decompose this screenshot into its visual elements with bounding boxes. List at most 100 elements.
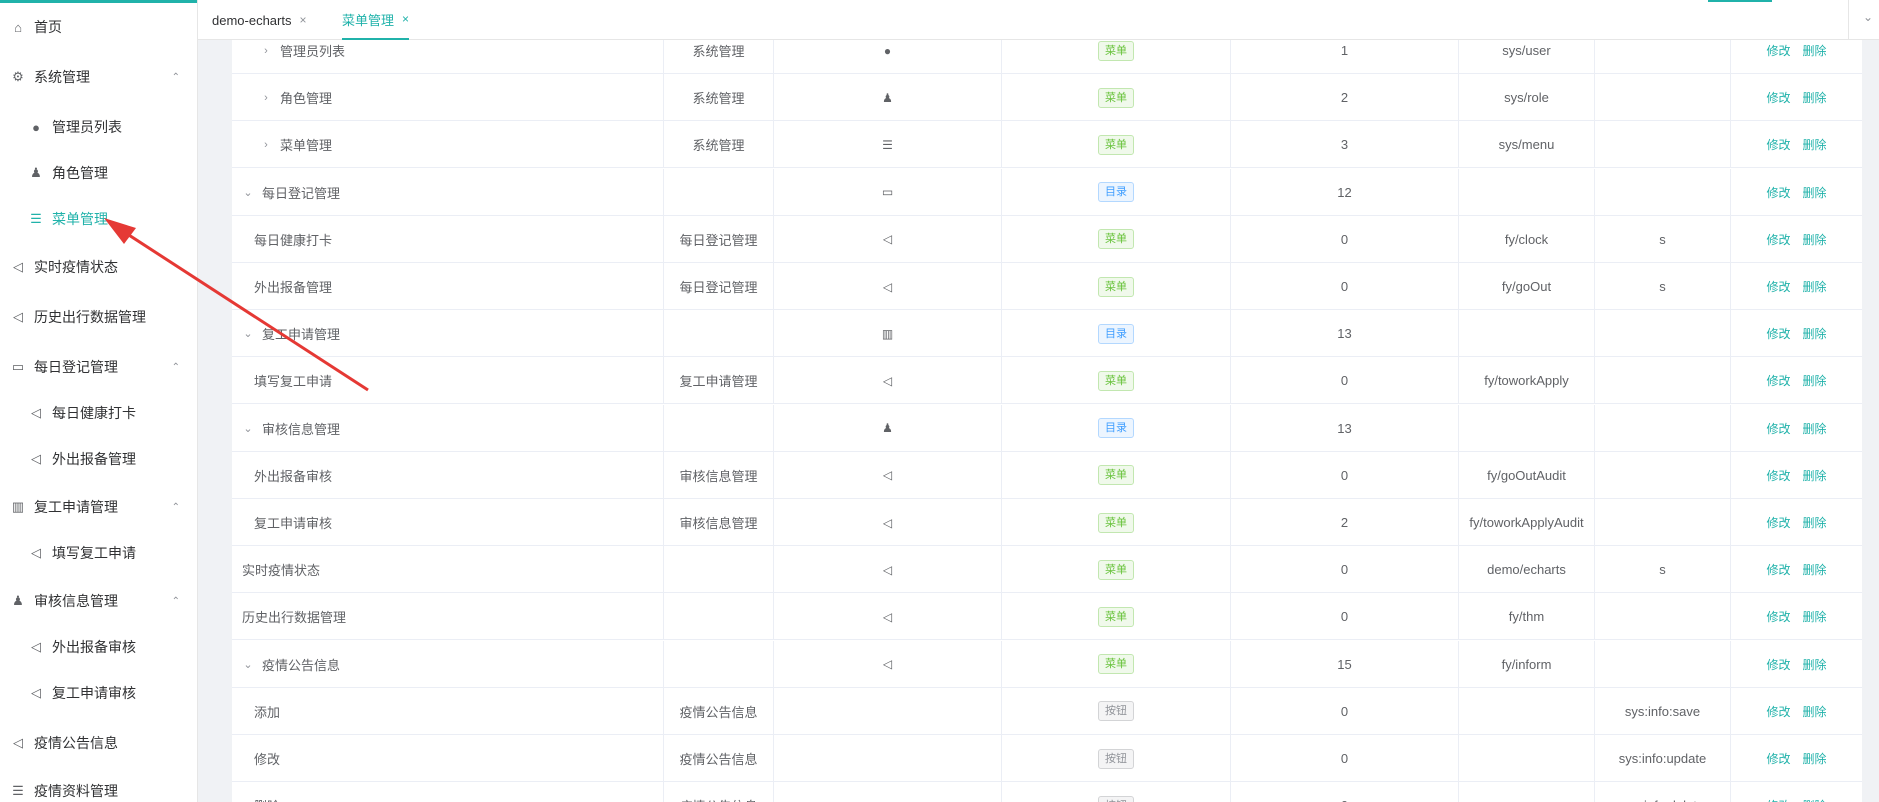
chevron-up-icon[interactable]: ⌃ [172, 502, 180, 513]
edit-button[interactable]: 修改 [1766, 608, 1790, 625]
sidebar-item-label: 角色管理 [52, 165, 108, 181]
cell-path [1459, 782, 1595, 802]
send-icon: ◁ [882, 562, 893, 577]
type-tag: 按钮 [1098, 748, 1134, 769]
chevron-right-icon[interactable]: › [260, 45, 272, 57]
cell-icon: ▭ [774, 168, 1002, 216]
delete-button[interactable]: 删除 [1803, 514, 1827, 531]
sidebar-item[interactable]: ♟ 审核信息管理 ⌃ [0, 578, 197, 624]
delete-button[interactable]: 删除 [1803, 231, 1827, 248]
sidebar-item[interactable]: ♟ 角色管理 [0, 150, 197, 196]
edit-button[interactable]: 修改 [1766, 372, 1790, 389]
delete-button[interactable]: 删除 [1803, 608, 1827, 625]
tab-demo-echarts[interactable]: demo-echarts × [212, 0, 307, 40]
edit-button[interactable]: 修改 [1766, 467, 1790, 484]
delete-button[interactable]: 删除 [1803, 561, 1827, 578]
delete-button[interactable]: 删除 [1803, 42, 1827, 59]
edit-button[interactable]: 修改 [1766, 231, 1790, 248]
sidebar-item[interactable]: ⚙ 系统管理 ⌃ [0, 54, 197, 100]
delete-button[interactable]: 删除 [1803, 750, 1827, 767]
edit-button[interactable]: 修改 [1766, 325, 1790, 342]
cell-name: 实时疫情状态 [232, 546, 664, 594]
delete-button[interactable]: 删除 [1803, 703, 1827, 720]
list-icon: ☰ [882, 137, 893, 152]
route-path: demo/echarts [1487, 562, 1566, 578]
delete-button[interactable]: 删除 [1803, 372, 1827, 389]
sidebar-item[interactable]: ⌂ 首页 [0, 4, 197, 50]
edit-button[interactable]: 修改 [1766, 750, 1790, 767]
cell-parent: 系统管理 [664, 74, 774, 122]
send-icon: ◁ [882, 468, 893, 483]
chevron-right-icon[interactable]: › [260, 139, 272, 151]
delete-button[interactable]: 删除 [1803, 797, 1827, 802]
sidebar-item[interactable]: ☰ 疫情资料管理 [0, 768, 197, 802]
sidebar-item[interactable]: ◁ 实时疫情状态 [0, 244, 197, 290]
chevron-right-icon[interactable]: › [260, 92, 272, 104]
cell-type: 按钮 [1002, 687, 1231, 735]
parent-menu: 系统管理 [692, 91, 745, 107]
chevron-down-icon[interactable]: ⌄ [242, 186, 254, 199]
close-icon[interactable]: × [299, 13, 306, 27]
sidebar-item-label: 外出报备审核 [52, 639, 136, 655]
sidebar-item[interactable]: ◁ 复工申请审核 [0, 670, 197, 716]
table-row: › 管理员列表 系统管理 ● 菜单 1 sys/user 修改 删除 [232, 40, 1862, 74]
edit-button[interactable]: 修改 [1766, 278, 1790, 295]
delete-button[interactable]: 删除 [1803, 184, 1827, 201]
delete-button[interactable]: 删除 [1803, 136, 1827, 153]
edit-button[interactable]: 修改 [1766, 42, 1790, 59]
chevron-up-icon[interactable]: ⌃ [172, 596, 180, 607]
sidebar-item[interactable]: ◁ 疫情公告信息 [0, 720, 197, 766]
cell-perm [1595, 74, 1731, 122]
cell-parent: 每日登记管理 [664, 263, 774, 310]
type-tag: 目录 [1098, 418, 1134, 439]
chat-icon: ▭ [881, 185, 894, 200]
cell-icon [774, 687, 1002, 735]
delete-button[interactable]: 删除 [1803, 420, 1827, 437]
cell-path [1459, 687, 1595, 735]
edit-button[interactable]: 修改 [1766, 420, 1790, 437]
tab-menu-management[interactable]: 菜单管理 × [342, 0, 410, 40]
sidebar-item-label: 复工申请审核 [52, 685, 136, 701]
sidebar-item[interactable]: ◁ 每日健康打卡 [0, 390, 197, 436]
sidebar-item[interactable]: ▥ 复工申请管理 ⌃ [0, 484, 197, 530]
chevron-down-icon[interactable]: ⌄ [242, 658, 254, 671]
cell-name: › 管理员列表 [232, 40, 664, 74]
sidebar-item[interactable]: ◁ 历史出行数据管理 [0, 294, 197, 340]
delete-button[interactable]: 删除 [1803, 656, 1827, 673]
chevron-up-icon[interactable]: ⌃ [172, 72, 180, 83]
table-row: ⌄ 审核信息管理 ♟ 目录 13 修改 删除 [232, 404, 1862, 452]
sidebar-item[interactable]: ● 管理员列表 [0, 104, 197, 150]
order-number: 2 [1340, 90, 1349, 106]
edit-button[interactable]: 修改 [1766, 703, 1790, 720]
cell-parent: 疫情公告信息 [664, 782, 774, 802]
delete-button[interactable]: 删除 [1803, 278, 1827, 295]
menu-name: 外出报备审核 [254, 468, 333, 484]
edit-button[interactable]: 修改 [1766, 89, 1790, 106]
chevron-up-icon[interactable]: ⌃ [172, 362, 180, 373]
delete-button[interactable]: 删除 [1803, 89, 1827, 106]
chevron-down-icon[interactable]: ⌄ [1863, 10, 1873, 24]
menu-name: 外出报备管理 [254, 280, 333, 295]
delete-button[interactable]: 删除 [1803, 325, 1827, 342]
delete-button[interactable]: 删除 [1803, 467, 1827, 484]
sidebar-item[interactable]: ▭ 每日登记管理 ⌃ [0, 344, 197, 390]
sidebar-item-label: 菜单管理 [52, 211, 108, 227]
table-row: 历史出行数据管理 ◁ 菜单 0 fy/thm 修改 删除 [232, 593, 1862, 641]
edit-button[interactable]: 修改 [1766, 797, 1790, 802]
sidebar-item[interactable]: ◁ 外出报备审核 [0, 624, 197, 670]
close-icon[interactable]: × [402, 12, 409, 26]
sidebar-item[interactable]: ◁ 填写复工申请 [0, 530, 197, 576]
edit-button[interactable]: 修改 [1766, 656, 1790, 673]
edit-button[interactable]: 修改 [1766, 561, 1790, 578]
cell-order: 13 [1231, 310, 1459, 358]
cell-actions: 修改删除 [1731, 40, 1862, 74]
edit-button[interactable]: 修改 [1766, 514, 1790, 531]
chevron-down-icon[interactable]: ⌄ [242, 327, 254, 340]
edit-button[interactable]: 修改 [1766, 184, 1790, 201]
edit-button[interactable]: 修改 [1766, 136, 1790, 153]
menu-name: 删除 [254, 796, 280, 802]
sidebar-item[interactable]: ☰ 菜单管理 [0, 196, 197, 242]
sidebar-item[interactable]: ◁ 外出报备管理 [0, 436, 197, 482]
table-row: 每日健康打卡 每日登记管理 ◁ 菜单 0 fy/clock s 修改 删除 [232, 215, 1862, 263]
chevron-down-icon[interactable]: ⌄ [242, 422, 254, 435]
